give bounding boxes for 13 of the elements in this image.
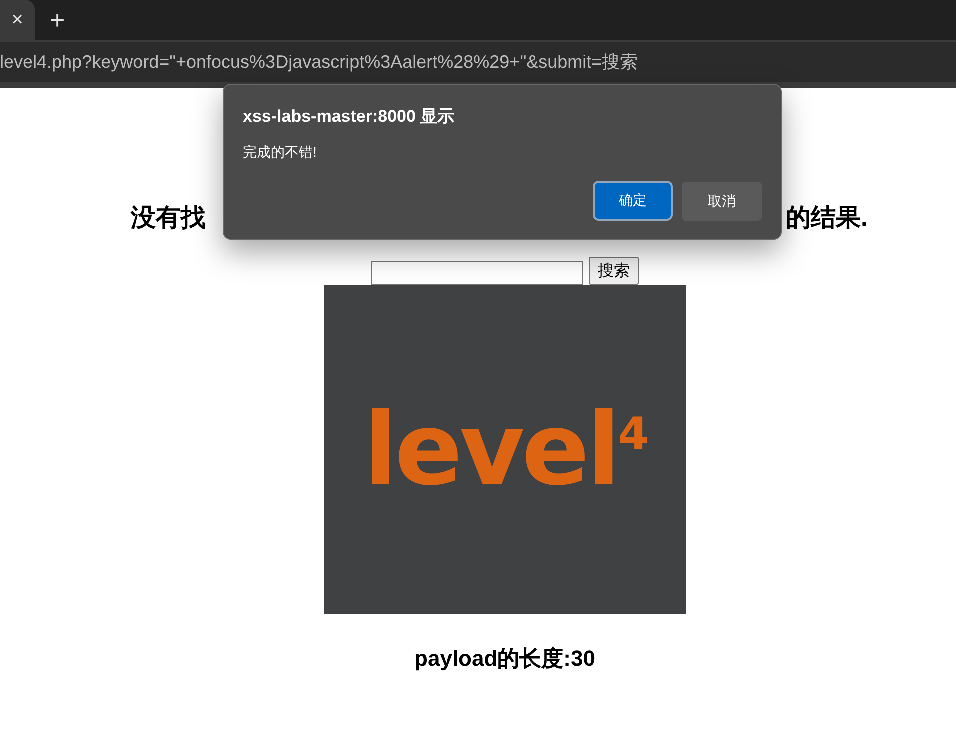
address-bar[interactable]: level4.php?keyword="+onfocus%3Djavascript%3Aalert%28%29+"&submit=搜索 xyxy=(0,42,956,82)
cancel-button[interactable]: 取消 xyxy=(682,182,762,221)
heading-text: 没有找 xyxy=(131,202,206,234)
keyword-input-field[interactable] xyxy=(371,261,583,285)
ok-button[interactable]: 确定 xyxy=(595,183,671,219)
payload-length-text: payload的长度:30 xyxy=(414,645,596,673)
heading-text: 的结果. xyxy=(786,202,868,234)
logo-text: level$^{4}$ xyxy=(364,391,646,508)
new-tab-button[interactable]: + xyxy=(50,7,66,33)
dialog-message: 完成的不错! xyxy=(243,144,318,162)
search-button[interactable]: 搜索 xyxy=(589,257,639,285)
dialog-title: xss-labs-master:8000 显示 xyxy=(243,106,456,128)
close-tab-icon[interactable]: × xyxy=(12,10,24,30)
